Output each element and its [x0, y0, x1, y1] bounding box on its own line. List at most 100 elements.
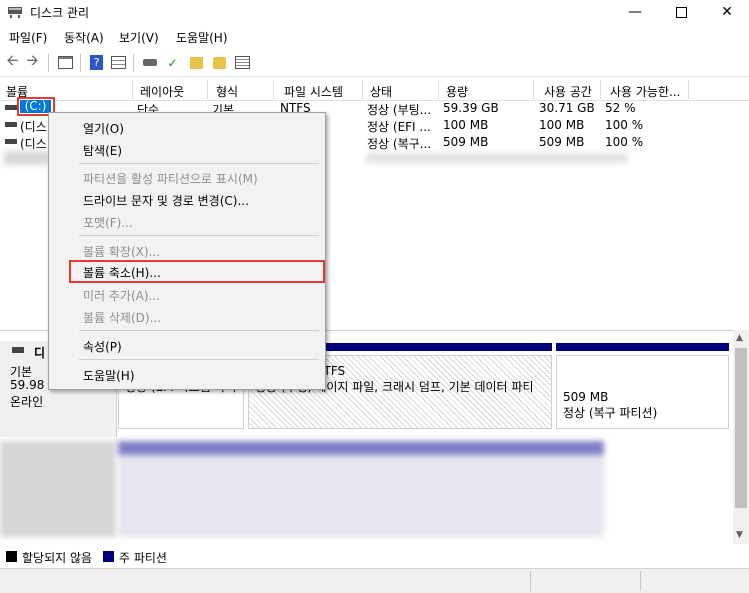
toolbar-separator — [133, 54, 134, 72]
back-arrow-icon: 🡨 — [6, 51, 19, 69]
legend-bar: 할당되지 않음 주 파티션 — [0, 546, 749, 566]
volume-capacity: 509 MB — [443, 135, 489, 149]
menu-properties[interactable]: 속성(P) — [83, 338, 122, 355]
col-filesystem[interactable]: 파일 시스템 — [284, 83, 343, 100]
volume-capacity: 59.39 GB — [443, 101, 499, 115]
volume-list-header: 볼륨 레이아웃 형식 파일 시스템 상태 용량 사용 공간 사용 가능한... — [0, 80, 749, 101]
connect-disk-button[interactable] — [141, 54, 158, 71]
disk-label: 디 — [34, 346, 46, 360]
redacted-disk-info — [0, 441, 116, 537]
menu-extend-volume[interactable]: 볼륨 확장(X)... — [83, 243, 160, 260]
maximize-button[interactable] — [658, 0, 704, 24]
column-divider[interactable] — [533, 80, 534, 99]
volume-percent-free: 100 % — [605, 135, 644, 149]
volume-name: (디스 — [20, 137, 47, 151]
minimize-button[interactable]: — — [612, 0, 658, 24]
redacted-disk-partitions — [118, 441, 604, 537]
disk-connect-icon — [142, 59, 157, 66]
volume-status: 정상 (부팅... — [367, 103, 432, 117]
col-status[interactable]: 상태 — [370, 83, 392, 100]
column-divider[interactable] — [688, 80, 689, 99]
partition-bar — [556, 343, 729, 351]
menu-delete-volume[interactable]: 볼륨 삭제(D)... — [83, 309, 161, 326]
menu-bar: 파일(F) 동작(A) 보기(V) 도움말(H) — [0, 27, 749, 47]
col-capacity[interactable]: 용량 — [446, 83, 468, 100]
list-view-icon — [235, 56, 250, 69]
col-free-space[interactable]: 사용 공간 — [544, 83, 592, 100]
scrollbar-thumb[interactable] — [735, 348, 747, 508]
menu-separator — [79, 163, 319, 164]
title-bar: 디스크 관리 — ✕ — [0, 0, 749, 24]
volume-percent-free: 100 % — [605, 118, 644, 132]
disk-state: 온라인 — [10, 395, 44, 409]
column-divider[interactable] — [362, 80, 363, 99]
console-tree-button[interactable] — [57, 54, 74, 71]
close-button[interactable]: ✕ — [704, 0, 749, 24]
menu-explore[interactable]: 탐색(E) — [83, 142, 122, 159]
menu-help[interactable]: 도움말(H) — [176, 29, 228, 46]
toolbar-separator — [48, 54, 49, 72]
volume-status: 정상 (복구... — [367, 137, 432, 151]
check-button[interactable]: ✓ — [164, 54, 181, 71]
column-divider[interactable] — [438, 80, 439, 99]
volume-name: (C:) — [20, 100, 51, 113]
column-divider[interactable] — [273, 80, 274, 99]
back-button[interactable]: 🡨 — [4, 51, 21, 71]
close-icon: ✕ — [721, 4, 733, 20]
help-button[interactable]: ? — [88, 54, 105, 71]
disk-management-app-icon — [7, 5, 23, 19]
legend-unallocated: 할당되지 않음 — [22, 551, 93, 565]
col-type[interactable]: 형식 — [216, 83, 238, 100]
maximize-icon — [675, 6, 687, 18]
settings-view-button[interactable] — [234, 54, 251, 71]
menu-view[interactable]: 보기(V) — [119, 29, 159, 46]
search-disk-button[interactable] — [211, 54, 228, 71]
unallocated-swatch — [6, 551, 17, 562]
col-percent-free[interactable]: 사용 가능한... — [610, 83, 680, 100]
properties-view-button[interactable] — [110, 54, 127, 71]
vertical-scrollbar[interactable]: ▲ ▼ — [733, 330, 749, 544]
col-layout[interactable]: 레이아웃 — [140, 83, 184, 100]
window-title: 디스크 관리 — [30, 6, 90, 20]
checklist-icon: ✓ — [167, 55, 178, 70]
menu-change-drive-letter[interactable]: 드라이브 문자 및 경로 변경(C)... — [83, 192, 249, 209]
toolbar-separator — [80, 54, 81, 72]
column-divider[interactable] — [207, 80, 208, 99]
menu-mark-active[interactable]: 파티션을 활성 파티션으로 표시(M) — [83, 170, 258, 187]
menu-shrink-highlight[interactable]: 볼륨 축소(H)... — [69, 260, 325, 283]
menu-separator — [79, 359, 319, 360]
column-divider[interactable] — [600, 80, 601, 99]
menu-action[interactable]: 동작(A) — [64, 29, 104, 46]
volume-drive-icon — [5, 122, 17, 127]
help-icon: ? — [90, 55, 103, 70]
folder-up-button[interactable] — [188, 54, 205, 71]
minimize-icon: — — [628, 4, 642, 20]
menu-separator — [79, 235, 319, 236]
menu-help-item[interactable]: 도움말(H) — [83, 367, 135, 384]
menu-shrink-volume[interactable]: 볼륨 축소(H)... — [83, 264, 161, 281]
disk-icon — [12, 347, 24, 353]
menu-separator — [79, 330, 319, 331]
scroll-down-arrow-icon[interactable]: ▼ — [736, 530, 743, 540]
menu-open[interactable]: 열기(O) — [83, 120, 124, 137]
folder-up-icon — [190, 56, 203, 69]
menu-add-mirror[interactable]: 미러 추가(A)... — [83, 287, 160, 304]
toolbar: 🡨 🡪 ? ✓ — [0, 50, 749, 77]
column-divider[interactable] — [132, 80, 133, 99]
partition-recovery[interactable]: 509 MB 정상 (복구 파티션) — [556, 343, 729, 429]
primary-partition-swatch — [103, 551, 114, 562]
table-icon — [111, 56, 126, 69]
volume-capacity: 100 MB — [443, 118, 489, 132]
status-divider — [640, 571, 641, 591]
context-menu: 열기(O) 탐색(E) 파티션을 활성 파티션으로 표시(M) 드라이브 문자 … — [48, 112, 326, 390]
volume-free: 509 MB — [539, 135, 585, 149]
status-bar — [0, 568, 749, 593]
volume-free: 100 MB — [539, 118, 585, 132]
scroll-up-arrow-icon[interactable]: ▲ — [736, 333, 743, 343]
forward-button[interactable]: 🡪 — [24, 51, 41, 71]
menu-file[interactable]: 파일(F) — [9, 29, 47, 46]
volume-free: 30.71 GB — [539, 101, 595, 115]
volume-status: 정상 (EFI ... — [367, 120, 431, 134]
menu-format[interactable]: 포맷(F)... — [83, 214, 133, 231]
folder-search-icon — [213, 56, 226, 69]
